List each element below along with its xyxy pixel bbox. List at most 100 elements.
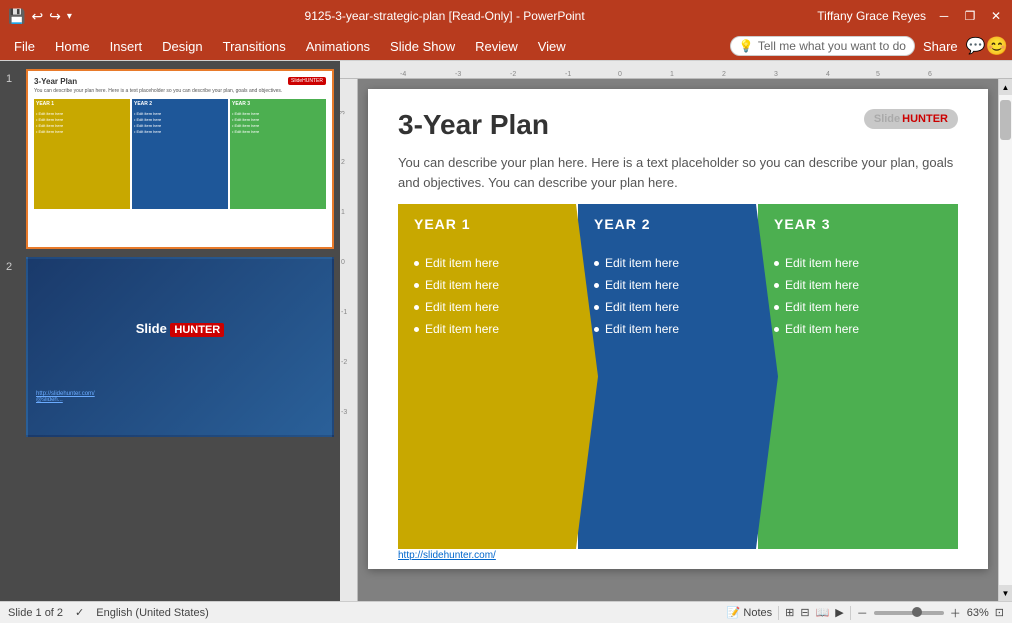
restore-button[interactable]: ❐: [962, 8, 978, 24]
slideshow-icon[interactable]: ▶: [835, 606, 843, 619]
zoom-level: 63%: [967, 607, 989, 619]
statusbar: Slide 1 of 2 ✓ English (United States) 📝…: [0, 601, 1012, 623]
thumb1-y3-item1: • Edit item here: [232, 111, 324, 116]
content-scroll-area: 3 2 1 0 -1 -2 -3 3-Year Plan SlideHUNTER: [340, 79, 1012, 601]
year2-item4: Edit item here: [594, 322, 762, 336]
zoom-slider[interactable]: [874, 611, 944, 615]
smiley-icon: 😊: [986, 36, 1008, 57]
thumb1-year3-label: YEAR 3: [230, 99, 326, 109]
menu-file[interactable]: File: [4, 37, 45, 56]
thumb1-y1-item4: • Edit item here: [36, 129, 128, 134]
statusbar-left: Slide 1 of 2 ✓ English (United States): [8, 606, 209, 619]
logo-hunter-text: HUNTER: [902, 113, 948, 125]
comments-icon[interactable]: 💬: [966, 36, 986, 56]
thumb1-y3-item4: • Edit item here: [232, 129, 324, 134]
year2-item1: Edit item here: [594, 256, 762, 270]
slide-description: You can describe your plan here. Here is…: [398, 153, 958, 192]
tell-me-input[interactable]: 💡 Tell me what you want to do: [730, 36, 915, 56]
tell-me-label: Tell me what you want to do: [758, 39, 906, 53]
thumb1-y3-item3: • Edit item here: [232, 123, 324, 128]
slide-url-link[interactable]: http://slidehunter.com/: [398, 550, 496, 561]
years-container: YEAR 1 Edit item here Edit item here Edi…: [398, 204, 958, 549]
year1-header: YEAR 1: [398, 204, 598, 244]
year1-item4: Edit item here: [414, 322, 582, 336]
lightbulb-icon: 💡: [739, 39, 754, 53]
thumb1-y2-item1: • Edit item here: [134, 111, 226, 116]
share-button[interactable]: Share: [915, 39, 966, 54]
year1-item1: Edit item here: [414, 256, 582, 270]
thumb2-url: http://slidehunter.com/ @slideh...: [28, 391, 332, 403]
slide-canvas: 3-Year Plan SlideHUNTER You can describe…: [358, 79, 998, 601]
vertical-scrollbar[interactable]: ▲ ▼: [998, 79, 1012, 601]
thumb1-desc: You can describe your plan here. Here is…: [34, 88, 326, 95]
menu-slideshow[interactable]: Slide Show: [380, 37, 465, 56]
zoom-in-icon[interactable]: ＋: [950, 605, 961, 621]
slide-thumb-1[interactable]: 1 3-Year Plan SlideHUNTER You can descri…: [6, 69, 334, 249]
year2-item3: Edit item here: [594, 300, 762, 314]
redo-icon[interactable]: ↪: [49, 8, 61, 25]
save-icon[interactable]: 💾: [8, 8, 25, 25]
year2-items: Edit item here Edit item here Edit item …: [578, 244, 778, 549]
thumb1-y2-item4: • Edit item here: [134, 129, 226, 134]
menu-review[interactable]: Review: [465, 37, 528, 56]
year3-item3: Edit item here: [774, 300, 942, 314]
thumb1-y1-item1: • Edit item here: [36, 111, 128, 116]
year3-item1: Edit item here: [774, 256, 942, 270]
thumb1-y1-item3: • Edit item here: [36, 123, 128, 128]
titlebar-user: Tiffany Grace Reyes: [817, 9, 926, 23]
logo-slide-text: Slide: [874, 113, 900, 125]
titlebar-filename: 9125-3-year-strategic-plan [Read-Only] -…: [72, 9, 817, 23]
menu-animations[interactable]: Animations: [296, 37, 380, 56]
zoom-out-icon[interactable]: －: [857, 605, 868, 621]
undo-icon[interactable]: ↩: [31, 8, 43, 25]
scroll-up-button[interactable]: ▲: [999, 79, 1012, 95]
thumb1-year1: YEAR 1 • Edit item here • Edit item here…: [34, 99, 130, 209]
year2-item2: Edit item here: [594, 278, 762, 292]
year2-block: YEAR 2 Edit item here Edit item here Edi…: [578, 204, 778, 549]
titlebar-right: Tiffany Grace Reyes ─ ❐ ✕: [817, 8, 1004, 24]
thumb1-title: 3-Year Plan: [34, 77, 326, 86]
slide-preview-2[interactable]: Slide HUNTER http://slidehunter.com/ @sl…: [26, 257, 334, 437]
thumb1-year2: YEAR 2 • Edit item here • Edit item here…: [132, 99, 228, 209]
statusbar-right: 📝 Notes ⊞ ⊟ 📖 ▶ － ＋ 63% ⊡: [727, 605, 1004, 621]
menu-home[interactable]: Home: [45, 37, 100, 56]
scroll-track[interactable]: [999, 95, 1012, 585]
fit-slide-icon[interactable]: ⊡: [995, 606, 1004, 619]
thumb1-year3: YEAR 3 • Edit item here • Edit item here…: [230, 99, 326, 209]
slide-thumb-2[interactable]: 2 Slide HUNTER http://slidehunter.com/ @…: [6, 257, 334, 437]
year1-item2: Edit item here: [414, 278, 582, 292]
scroll-thumb[interactable]: [1000, 100, 1011, 140]
slide-header: 3-Year Plan SlideHUNTER: [398, 109, 958, 141]
slide-sorter-icon[interactable]: ⊟: [800, 606, 809, 619]
slide-number-1: 1: [6, 73, 20, 85]
menu-insert[interactable]: Insert: [100, 37, 153, 56]
thumb1-y2-item3: • Edit item here: [134, 123, 226, 128]
year3-block: YEAR 3 Edit item here Edit item here Edi…: [758, 204, 958, 549]
zoom-thumb[interactable]: [912, 607, 922, 617]
thumb1-year2-items: • Edit item here • Edit item here • Edit…: [132, 109, 228, 136]
scroll-down-button[interactable]: ▼: [999, 585, 1012, 601]
slides-panel: 1 3-Year Plan SlideHUNTER You can descri…: [0, 61, 340, 601]
slide-main: 3-Year Plan SlideHUNTER You can describe…: [368, 89, 988, 569]
thumb1-year2-label: YEAR 2: [132, 99, 228, 109]
reading-view-icon[interactable]: 📖: [816, 606, 830, 619]
slide-preview-1[interactable]: 3-Year Plan SlideHUNTER You can describe…: [26, 69, 334, 249]
main-slide-title: 3-Year Plan: [398, 109, 549, 141]
ribbon: File Home Insert Design Transitions Anim…: [0, 32, 1012, 61]
normal-view-icon[interactable]: ⊞: [785, 606, 794, 619]
sep2: [850, 606, 851, 620]
titlebar-left: 💾 ↩ ↪ ▾: [8, 8, 72, 25]
menu-view[interactable]: View: [528, 37, 576, 56]
menu-bar: File Home Insert Design Transitions Anim…: [0, 32, 1012, 60]
language-label: English (United States): [96, 607, 209, 619]
slide-info: Slide 1 of 2: [8, 607, 63, 619]
main-area: 1 3-Year Plan SlideHUNTER You can descri…: [0, 61, 1012, 601]
close-button[interactable]: ✕: [988, 8, 1004, 24]
menu-transitions[interactable]: Transitions: [213, 37, 296, 56]
thumb1-years: YEAR 1 • Edit item here • Edit item here…: [34, 99, 326, 209]
year3-items: Edit item here Edit item here Edit item …: [758, 244, 958, 549]
minimize-button[interactable]: ─: [936, 8, 952, 24]
notes-button[interactable]: 📝 Notes: [727, 606, 773, 619]
menu-design[interactable]: Design: [152, 37, 212, 56]
vertical-ruler: 3 2 1 0 -1 -2 -3: [340, 79, 358, 601]
